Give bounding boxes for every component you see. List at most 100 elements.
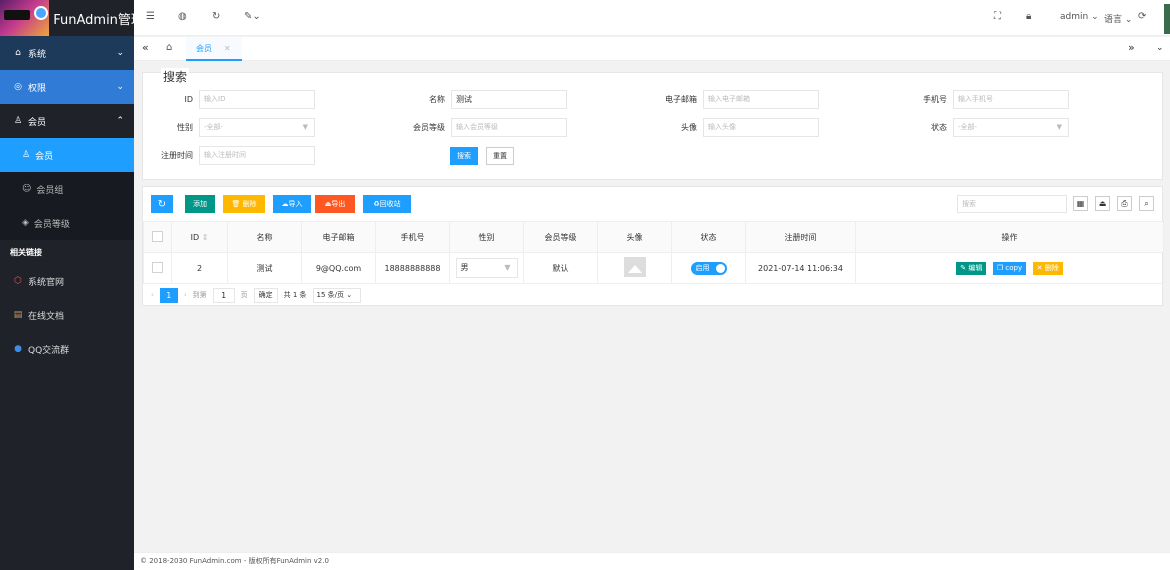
add-button[interactable]: 添加 — [185, 195, 215, 213]
goto-page-input[interactable]: 1 — [212, 287, 235, 303]
tab-member[interactable]: 会员 ✕ — [186, 37, 242, 61]
table-panel: ↻ 添加 🗑︎ 删除 ☁ 导入 ⏏ 导出 ♻ 回收站 搜索 ▦ ⏏ ⎙ ⌕ ID ⇕ … — [142, 186, 1164, 306]
select-all-checkbox[interactable] — [152, 230, 163, 242]
dropdown-arrow-icon: ▼ — [504, 263, 511, 272]
theme-icon[interactable]: ⟳ — [1138, 11, 1146, 22]
globe-icon[interactable]: ◍ — [178, 11, 187, 22]
field-gender: 性别 -全部- ▼ — [143, 118, 315, 137]
dropdown-arrow-icon: ▼ — [302, 123, 308, 131]
menu-toggle-icon[interactable]: ☰ — [146, 11, 155, 22]
avatar-image-icon[interactable] — [623, 257, 646, 277]
user-menu[interactable]: admin ⌄ — [1060, 12, 1099, 22]
refresh-button[interactable]: ↻ — [151, 195, 173, 213]
cell-actions: ✎ 编辑 ❐ copy ✕ 删除 — [855, 252, 1164, 284]
reset-button[interactable]: 重置 — [486, 147, 514, 165]
lock-icon[interactable]: 🔒︎ — [1026, 11, 1031, 22]
chevron-up-icon: ⌃ — [116, 116, 124, 126]
sidebar-link-qq[interactable]: ● QQ交流群 — [0, 332, 134, 366]
prev-page-icon[interactable]: ‹ — [151, 291, 154, 299]
tab-label: 会员 — [196, 43, 212, 53]
avatar-input[interactable]: 输入头像 — [703, 118, 819, 137]
name-input[interactable]: 测试 — [451, 90, 567, 109]
sidebar-subitem-member[interactable]: ♙ 会员 — [0, 138, 134, 172]
row-select-cell[interactable] — [143, 252, 172, 284]
next-page-icon[interactable]: › — [184, 291, 187, 299]
sort-icon[interactable]: ⇕ — [202, 233, 209, 242]
sidebar-item-label: 会员 — [35, 151, 54, 162]
close-icon[interactable]: ✕ — [224, 44, 231, 53]
home-tab-icon[interactable]: ⌂ — [166, 42, 172, 53]
sidebar-subitem-member-group[interactable]: ☺ 会员组 — [0, 172, 134, 206]
search-panel: 搜索 ID 输入ID 名称 测试 电子邮箱 输入电子邮箱 手机号 输入手机号 性… — [142, 68, 1163, 180]
field-email: 电子邮箱 输入电子邮箱 — [647, 90, 819, 109]
field-id: ID 输入ID — [143, 90, 315, 109]
row-delete-button[interactable]: ✕ 删除 — [1032, 261, 1063, 275]
export-button[interactable]: ⏏ 导出 — [315, 195, 355, 213]
column-header-register-time: 注册时间 — [745, 221, 856, 253]
column-title: ID — [190, 232, 200, 242]
page-unit: 页 — [240, 291, 248, 299]
button-label: 导入 — [288, 200, 303, 208]
gender-select[interactable]: 男 ▼ — [455, 258, 518, 278]
export-data-icon[interactable]: ⏏ — [1095, 196, 1110, 211]
clear-cache-icon[interactable]: ✎⌄ — [244, 11, 261, 22]
goto-confirm-button[interactable]: 确定 — [253, 287, 278, 303]
sidebar-item-system[interactable]: ⌂ 系统 ⌄ — [0, 36, 134, 70]
copy-button[interactable]: ❐ copy — [992, 261, 1027, 275]
toggle-knob — [715, 263, 725, 273]
member-table: ID ⇕ 名称 电子邮箱 手机号 性别 会员等级 头像 状态 注册时间 操作 2… — [143, 221, 1164, 284]
language-menu[interactable]: 语言 ⌄ — [1104, 12, 1132, 25]
recycle-button[interactable]: ♻ 回收站 — [363, 195, 411, 213]
email-input[interactable]: 输入电子邮箱 — [703, 90, 819, 109]
sidebar-item-permission[interactable]: ◎ 权限 ⌄ — [0, 70, 134, 104]
row-checkbox[interactable] — [152, 261, 163, 273]
delete-button[interactable]: 🗑︎ 删除 — [223, 195, 265, 213]
cell-email: 9@QQ.com — [301, 252, 376, 284]
search-icon[interactable]: ⌕ — [1139, 196, 1154, 211]
status-select[interactable]: -全部- ▼ — [953, 118, 1069, 137]
phone-input[interactable]: 输入手机号 — [953, 90, 1069, 109]
table-search-input[interactable]: 搜索 — [957, 195, 1067, 213]
tab-scroll-right-icon[interactable]: » — [1128, 41, 1135, 54]
cell-phone: 18888888888 — [375, 252, 450, 284]
column-header-id[interactable]: ID ⇕ — [171, 221, 228, 253]
import-button[interactable]: ☁ 导入 — [273, 195, 311, 213]
refresh-icon[interactable]: ↻ — [212, 11, 220, 22]
id-input[interactable]: 输入ID — [199, 90, 315, 109]
sidebar-subitem-member-level[interactable]: ◈ 会员等级 — [0, 206, 134, 240]
status-toggle[interactable]: 启用 — [690, 261, 727, 275]
button-label: 删除 — [242, 200, 257, 208]
level-input[interactable]: 输入会员等级 — [451, 118, 567, 137]
sidebar-link-website[interactable]: ⬡ 系统官网 — [0, 264, 134, 298]
cell-id: 2 — [171, 252, 228, 284]
register-time-input[interactable]: 输入注册时间 — [199, 146, 315, 165]
columns-icon[interactable]: ▦ — [1073, 196, 1088, 211]
toggle-label: 启用 — [695, 264, 710, 272]
username: admin — [1060, 12, 1089, 22]
tab-scroll-left-icon[interactable]: « — [142, 41, 149, 54]
sidebar-link-docs[interactable]: ▤ 在线文档 — [0, 298, 134, 332]
select-all-cell[interactable] — [143, 221, 172, 253]
document-icon: ▤ — [13, 310, 23, 320]
button-label: copy — [1005, 263, 1023, 272]
diamond-icon: ◈ — [22, 218, 29, 228]
cell-name: 测试 — [227, 252, 302, 284]
tab-bar: « ⌂ 会员 ✕ » ⌄ — [134, 37, 1170, 61]
gender-select[interactable]: -全部- ▼ — [199, 118, 315, 137]
current-page[interactable]: 1 — [159, 287, 178, 303]
edit-icon: ✎ — [960, 263, 967, 272]
print-icon[interactable]: ⎙ — [1117, 196, 1132, 211]
page-size-select[interactable]: 15 条/页 ⌄ — [312, 287, 361, 303]
cell-register-time: 2021-07-14 11:06:34 — [745, 252, 856, 284]
button-label: 回收站 — [379, 200, 401, 208]
fullscreen-icon[interactable]: ⛶ — [994, 11, 1001, 22]
field-phone: 手机号 输入手机号 — [897, 90, 1069, 109]
edit-button[interactable]: ✎ 编辑 — [956, 261, 987, 275]
sidebar-item-member[interactable]: ♙ 会员 ⌃ — [0, 104, 134, 138]
chevron-down-icon[interactable]: ⌄ — [1156, 43, 1164, 53]
logo-image — [0, 0, 50, 36]
sidebar-item-label: 权限 — [28, 83, 47, 94]
side-drawer-handle[interactable] — [1164, 4, 1170, 34]
search-button[interactable]: 搜索 — [450, 147, 478, 165]
logo[interactable]: FunAdmin管理 — [0, 0, 134, 36]
